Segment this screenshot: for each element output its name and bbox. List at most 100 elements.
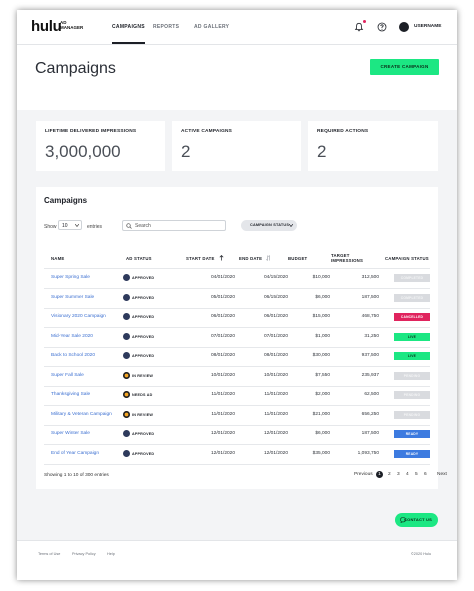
ad-status: APPROVED — [132, 354, 155, 358]
campaign-name-link[interactable]: Super Summer Sale — [51, 295, 94, 300]
table-row[interactable]: Thanksgiving Sale NEEDS AD 11/01/2020 11/01… — [44, 386, 430, 405]
budget: $6,000 — [315, 294, 330, 300]
search-input[interactable]: Search — [122, 220, 226, 231]
campaign-status-badge: CANCELLED — [394, 313, 430, 321]
budget: $7,550 — [315, 372, 330, 378]
campaign-name-link[interactable]: Super Winter Sale — [51, 431, 90, 436]
table-row[interactable]: Super Winter Sale APPROVED 12/01/2020 12/01… — [44, 425, 430, 444]
pager-page-4[interactable]: 4 — [406, 472, 409, 477]
pager-next[interactable]: Next — [437, 472, 447, 477]
start-date: 12/01/2020 — [210, 431, 235, 436]
table-row[interactable]: Back to School 2020 APPROVED 08/01/2020 08/… — [44, 347, 430, 366]
nav-campaigns[interactable]: CAMPAIGNS — [112, 10, 145, 44]
ad-status: APPROVED — [132, 334, 155, 339]
pager-previous[interactable]: Previous — [354, 472, 373, 477]
campaign-name-link[interactable]: End of Year Campaign — [51, 451, 99, 456]
username[interactable]: USERNAME — [414, 24, 441, 29]
campaign-name-link[interactable]: Back to School 2020 — [51, 353, 95, 358]
create-campaign-button[interactable]: CREATE CAMPAIGN — [370, 59, 439, 75]
budget: $2,000 — [315, 392, 330, 397]
ad-status: IN REVIEW — [132, 373, 154, 378]
stat-label: LIFETIME DELIVERED IMPRESSIONS — [45, 129, 137, 134]
end-date: 06/01/2020 — [263, 314, 288, 319]
pager-page-6[interactable]: 6 — [424, 472, 427, 477]
target-impressions: 31,250 — [364, 333, 379, 339]
campaign-status-filter[interactable]: CAMPAIGN STATUS — [241, 220, 297, 231]
notification-dot — [363, 20, 366, 23]
sort-icon[interactable] — [219, 255, 224, 261]
page-size-value: 10 — [62, 223, 68, 229]
help-icon[interactable] — [377, 22, 387, 32]
page-size-select[interactable]: 10 — [58, 220, 82, 230]
budget: $10,000 — [312, 275, 330, 280]
campaigns-table-panel: Campaigns Show 10 entries Search CAMPAIG… — [36, 187, 447, 489]
show-label: Show — [44, 224, 57, 230]
campaign-status-badge: COMPLETED — [394, 293, 430, 302]
table-row[interactable]: Military & Veteran Campaign IN REVIEW 11/0… — [44, 406, 430, 425]
table-row[interactable]: Super Summer Sale APPROVED 05/01/2020 06/15… — [44, 289, 430, 308]
start-date: 11/01/2020 — [211, 411, 235, 417]
target-impressions: 187,500 — [361, 431, 379, 436]
campaign-name-link[interactable]: Military & Veteran Campaign — [51, 412, 112, 417]
ad-status: APPROVED — [132, 451, 155, 456]
campaign-name-link[interactable]: Thanksgiving Sale — [51, 392, 90, 397]
column-header-end-date[interactable]: END DATE — [239, 256, 262, 261]
table-row[interactable]: Super Fall Sale IN REVIEW 10/01/2020 10/01/… — [44, 367, 430, 386]
copyright: ©2020 Hulu — [411, 552, 432, 556]
column-header-ad-status[interactable]: AD STATUS — [126, 256, 152, 261]
chat-icon — [400, 517, 406, 523]
contact-us-label: CONTACT US — [404, 517, 432, 522]
campaign-name-link[interactable]: Mid-Year Sale 2020 — [51, 334, 93, 339]
pager-page-3[interactable]: 3 — [397, 472, 400, 477]
footer-link-help[interactable]: Help — [107, 552, 115, 556]
bell-icon[interactable] — [354, 22, 364, 32]
chevron-down-icon — [75, 224, 79, 227]
contact-us-button[interactable]: CONTACT US — [395, 513, 438, 527]
footer-link-privacy[interactable]: Privacy Policy — [72, 552, 96, 556]
table-row[interactable]: Mid-Year Sale 2020 APPROVED 07/01/2020 07/0… — [44, 328, 430, 347]
chevron-down-icon — [289, 224, 293, 227]
search-placeholder: Search — [135, 223, 151, 229]
nav-ad-gallery[interactable]: AD GALLERY — [194, 10, 229, 44]
column-header-start-date[interactable]: START DATE — [186, 256, 215, 261]
table-row[interactable]: Visionary 2020 Campaign APPROVED 06/01/202… — [44, 308, 430, 327]
campaign-status-badge: LIVE — [394, 352, 430, 360]
column-header-name[interactable]: NAME — [51, 256, 64, 261]
campaign-status-badge: READY — [394, 449, 430, 458]
campaign-name-link[interactable]: Super Fall Sale — [51, 373, 84, 378]
end-date: 08/01/2020 — [263, 353, 288, 358]
pager-page-5[interactable]: 5 — [415, 472, 418, 477]
campaign-status-badge: PENDING — [394, 391, 430, 399]
campaign-name-link[interactable]: Super Spring Sale — [51, 275, 90, 280]
end-date: 06/15/2020 — [263, 294, 288, 300]
campaign-name-link[interactable]: Visionary 2020 Campaign — [51, 314, 106, 319]
hulu-logo[interactable]: hulu — [31, 18, 62, 35]
target-impressions: 1,093,750 — [357, 450, 379, 456]
ad-status: NEEDS AD — [132, 393, 153, 397]
search-icon — [126, 223, 132, 229]
logo-subtitle: AD MANAGER — [60, 20, 84, 30]
table-row[interactable]: Super Spring Sale APPROVED 04/01/2020 04/15… — [44, 269, 430, 288]
column-header-budget[interactable]: BUDGET — [288, 256, 307, 261]
target-impressions: 937,500 — [361, 353, 379, 358]
avatar[interactable] — [399, 22, 409, 32]
target-impressions: 468,750 — [361, 314, 379, 319]
budget: $15,000 — [312, 314, 330, 319]
pager-page-2[interactable]: 2 — [388, 472, 391, 477]
campaign-status-badge: READY — [394, 430, 430, 438]
budget: $6,000 — [315, 431, 330, 436]
nav-reports[interactable]: REPORTS — [153, 10, 179, 44]
end-date: 12/01/2020 — [263, 450, 288, 456]
showing-entries: Showing 1 to 10 of 300 entries — [44, 473, 109, 478]
footer-link-terms[interactable]: Terms of Use — [38, 552, 60, 556]
table-row[interactable]: End of Year Campaign APPROVED 12/01/2020 12… — [44, 445, 430, 464]
start-date: 12/01/2020 — [210, 450, 235, 456]
sort-icon[interactable] — [266, 255, 271, 261]
entries-label: entries — [87, 224, 103, 230]
column-header-target-impressions[interactable]: TARGET IMPRESSIONS — [331, 253, 371, 263]
pager-page-1[interactable]: 1 — [376, 471, 383, 478]
column-header-campaign-status[interactable]: CAMPAIGN STATUS — [385, 256, 429, 261]
target-impressions: 187,500 — [361, 294, 379, 300]
ad-status-icon — [123, 371, 130, 379]
budget: $35,000 — [312, 450, 330, 456]
